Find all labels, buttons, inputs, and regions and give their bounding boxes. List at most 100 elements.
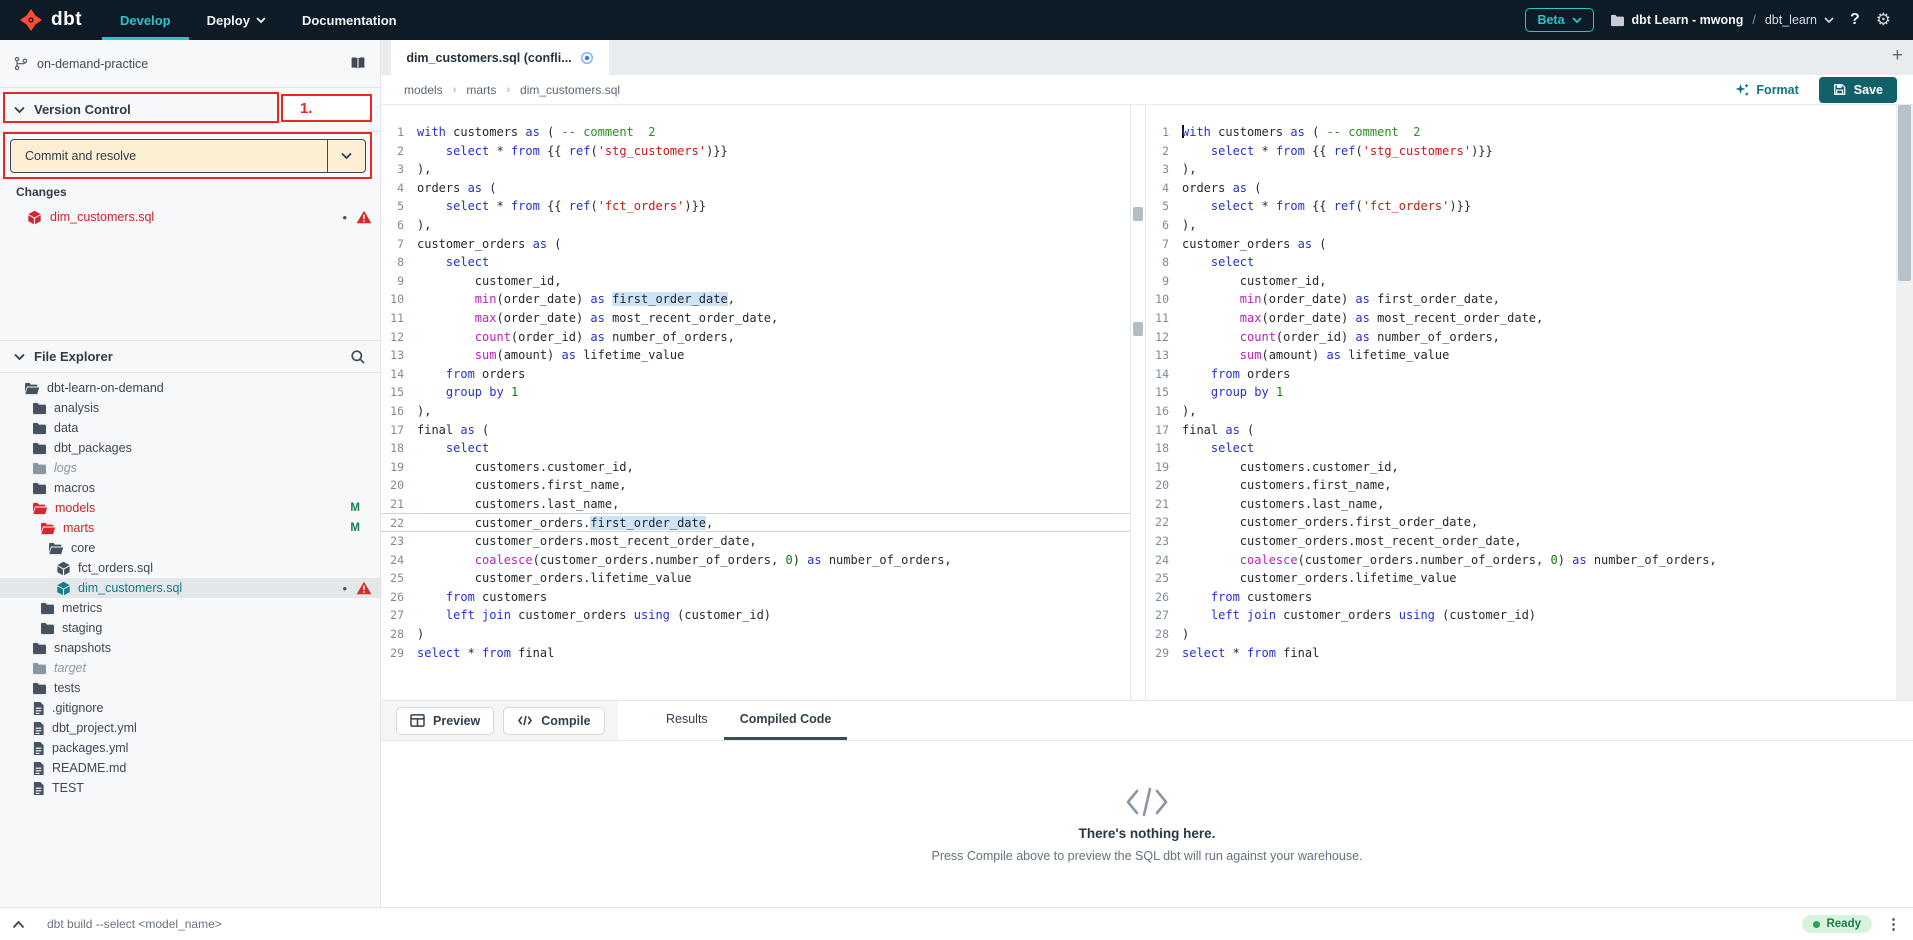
code-line[interactable]: 15 group by 1 (381, 383, 1130, 402)
code-line[interactable]: 28) (1146, 625, 1896, 644)
code-line[interactable]: 19 customers.customer_id, (381, 458, 1130, 477)
file-explorer-header[interactable]: File Explorer (0, 340, 380, 373)
tree-item[interactable]: macros (0, 478, 380, 498)
tree-item[interactable]: core (0, 538, 380, 558)
code-line[interactable]: 23 customer_orders.most_recent_order_dat… (381, 532, 1130, 551)
scrollbar-mark[interactable] (1133, 322, 1143, 336)
changed-file-item[interactable]: dim_customers.sql • (0, 206, 380, 228)
code-line[interactable]: 10 min(order_date) as first_order_date, (381, 290, 1130, 309)
code-line[interactable]: 17final as ( (1146, 421, 1896, 440)
tree-item[interactable]: tests (0, 678, 380, 698)
code-line[interactable]: 13 sum(amount) as lifetime_value (1146, 346, 1896, 365)
code-line[interactable]: 15 group by 1 (1146, 383, 1896, 402)
code-pane-right[interactable]: 1with customers as ( -- comment 22 selec… (1146, 105, 1896, 700)
code-line[interactable]: 25 customer_orders.lifetime_value (1146, 569, 1896, 588)
code-pane-left[interactable]: 1with customers as ( -- comment 22 selec… (381, 105, 1131, 700)
code-line[interactable]: 18 select (1146, 439, 1896, 458)
command-input[interactable]: dbt build --select <model_name> (47, 917, 222, 931)
search-icon[interactable] (350, 349, 366, 365)
code-line[interactable]: 21 customers.last_name, (1146, 495, 1896, 514)
code-line[interactable]: 29select * from final (1146, 644, 1896, 663)
panel-collapse-chevron-icon[interactable] (12, 920, 25, 929)
code-line[interactable]: 9 customer_id, (1146, 272, 1896, 291)
tree-item[interactable]: analysis (0, 398, 380, 418)
code-line[interactable]: 29select * from final (381, 644, 1130, 663)
save-button[interactable]: Save (1819, 77, 1897, 103)
tree-item[interactable]: logs (0, 458, 380, 478)
nav-item-documentation[interactable]: Documentation (284, 0, 415, 40)
code-line[interactable]: 2 select * from {{ ref('stg_customers')}… (381, 142, 1130, 161)
code-line[interactable]: 3), (381, 160, 1130, 179)
code-line[interactable]: 5 select * from {{ ref('fct_orders')}} (1146, 197, 1896, 216)
help-icon[interactable]: ? (1850, 11, 1860, 29)
overview-ruler[interactable] (1896, 105, 1913, 700)
nav-item-deploy[interactable]: Deploy (189, 0, 284, 40)
code-line[interactable]: 21 customers.last_name, (381, 495, 1130, 514)
tree-item[interactable]: martsM (0, 518, 380, 538)
tree-item[interactable]: dbt_packages (0, 438, 380, 458)
breadcrumb-item[interactable]: marts (466, 83, 496, 97)
code-line[interactable]: 18 select (381, 439, 1130, 458)
code-line[interactable]: 7customer_orders as ( (1146, 235, 1896, 254)
preview-button[interactable]: Preview (396, 707, 494, 735)
code-line[interactable]: 8 select (1146, 253, 1896, 272)
code-line[interactable]: 16), (1146, 402, 1896, 421)
code-line[interactable]: 5 select * from {{ ref('fct_orders')}} (381, 197, 1130, 216)
compile-button[interactable]: Compile (503, 707, 604, 735)
tree-item[interactable]: .gitignore (0, 698, 380, 718)
code-line[interactable]: 20 customers.first_name, (381, 476, 1130, 495)
beta-badge[interactable]: Beta (1525, 8, 1593, 32)
code-line[interactable]: 6), (381, 216, 1130, 235)
breadcrumb-item[interactable]: models (404, 83, 443, 97)
tree-item[interactable]: target (0, 658, 380, 678)
code-line[interactable]: 24 coalesce(customer_orders.number_of_or… (381, 551, 1130, 570)
code-line[interactable]: 24 coalesce(customer_orders.number_of_or… (1146, 551, 1896, 570)
tree-item[interactable]: TEST (0, 778, 380, 798)
dbt-logo[interactable]: dbt (0, 0, 102, 40)
tree-item[interactable]: dbt_project.yml (0, 718, 380, 738)
code-line[interactable]: 22 customer_orders.first_order_date, (381, 513, 1130, 532)
tree-item[interactable]: modelsM (0, 498, 380, 518)
code-line[interactable]: 16), (381, 402, 1130, 421)
code-line[interactable]: 27 left join customer_orders using (cust… (381, 606, 1130, 625)
settings-gear-icon[interactable]: ⚙ (1876, 10, 1891, 30)
code-line[interactable]: 14 from orders (1146, 365, 1896, 384)
tab-results[interactable]: Results (650, 701, 724, 740)
tree-item[interactable]: dbt-learn-on-demand (0, 378, 380, 398)
code-line[interactable]: 26 from customers (1146, 588, 1896, 607)
tree-item[interactable]: staging (0, 618, 380, 638)
code-line[interactable]: 12 count(order_id) as number_of_orders, (381, 328, 1130, 347)
code-line[interactable]: 12 count(order_id) as number_of_orders, (1146, 328, 1896, 347)
code-line[interactable]: 10 min(order_date) as first_order_date, (1146, 290, 1896, 309)
tree-item[interactable]: README.md (0, 758, 380, 778)
code-line[interactable]: 22 customer_orders.first_order_date, (1146, 513, 1896, 532)
code-line[interactable]: 7customer_orders as ( (381, 235, 1130, 254)
code-line[interactable]: 6), (1146, 216, 1896, 235)
code-line[interactable]: 2 select * from {{ ref('stg_customers')}… (1146, 142, 1896, 161)
breadcrumb-item[interactable]: dim_customers.sql (520, 83, 620, 97)
code-line[interactable]: 27 left join customer_orders using (cust… (1146, 606, 1896, 625)
code-line[interactable]: 23 customer_orders.most_recent_order_dat… (1146, 532, 1896, 551)
tree-item[interactable]: metrics (0, 598, 380, 618)
tree-item[interactable]: snapshots (0, 638, 380, 658)
code-line[interactable]: 4orders as ( (1146, 179, 1896, 198)
format-button[interactable]: Format (1735, 83, 1798, 97)
version-control-header[interactable]: Version Control (0, 88, 380, 132)
code-line[interactable]: 1with customers as ( -- comment 2 (381, 123, 1130, 142)
tab-compiled-code[interactable]: Compiled Code (724, 701, 848, 740)
code-line[interactable]: 11 max(order_date) as most_recent_order_… (1146, 309, 1896, 328)
code-line[interactable]: 3), (1146, 160, 1896, 179)
branch-row[interactable]: on-demand-practice (0, 40, 380, 88)
code-line[interactable]: 25 customer_orders.lifetime_value (381, 569, 1130, 588)
commit-dropdown-caret[interactable] (327, 140, 365, 172)
tree-item[interactable]: packages.yml (0, 738, 380, 758)
code-line[interactable]: 14 from orders (381, 365, 1130, 384)
tab-dim-customers[interactable]: dim_customers.sql (confli... (391, 40, 609, 75)
code-line[interactable]: 8 select (381, 253, 1130, 272)
commit-and-resolve-button[interactable]: Commit and resolve (10, 139, 366, 173)
code-line[interactable]: 9 customer_id, (381, 272, 1130, 291)
nav-item-develop[interactable]: Develop (102, 0, 189, 40)
new-tab-button[interactable]: + (1892, 46, 1903, 65)
code-line[interactable]: 17final as ( (381, 421, 1130, 440)
code-line[interactable]: 11 max(order_date) as most_recent_order_… (381, 309, 1130, 328)
